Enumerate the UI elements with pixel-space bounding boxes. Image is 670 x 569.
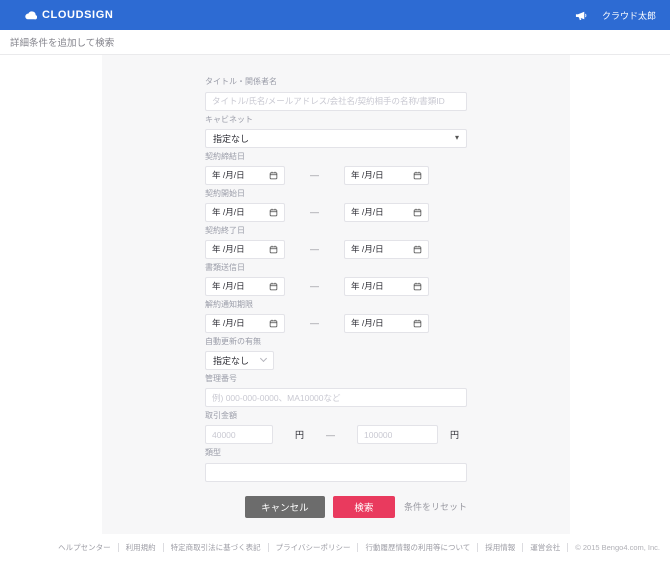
- calendar-icon[interactable]: [413, 319, 422, 328]
- field-amount: 取引金額 円 — 円: [205, 411, 467, 444]
- amount-unit-from: 円: [295, 428, 304, 441]
- footer-link-help-center[interactable]: ヘルプセンター: [51, 543, 119, 552]
- field-start-date: 契約開始日 年 /月/日 — 年 /月/日: [205, 189, 467, 222]
- field-auto-renewal: 自動更新の有無 指定なし: [205, 337, 467, 370]
- calendar-icon[interactable]: [269, 171, 278, 180]
- field-auto-renewal-label: 自動更新の有無: [205, 337, 467, 347]
- calendar-icon[interactable]: [413, 282, 422, 291]
- form-buttons: キャンセル 検索 条件をリセット: [205, 496, 467, 518]
- megaphone-icon[interactable]: [575, 9, 588, 22]
- type-input[interactable]: [205, 463, 467, 482]
- calendar-icon[interactable]: [269, 282, 278, 291]
- range-separator: —: [285, 281, 344, 291]
- calendar-icon[interactable]: [269, 208, 278, 217]
- start-date-from-input[interactable]: 年 /月/日: [205, 203, 285, 222]
- sent-date-to-input[interactable]: 年 /月/日: [344, 277, 429, 296]
- chevron-down-icon: [260, 355, 267, 362]
- cancel-button[interactable]: キャンセル: [245, 496, 325, 518]
- footer-link-privacy-policy[interactable]: プライバシーポリシー: [269, 543, 359, 552]
- footer: ヘルプセンター 利用規約 特定商取引法に基づく表記 プライバシーポリシー 行動履…: [0, 534, 670, 552]
- field-end-date-label: 契約終了日: [205, 226, 467, 236]
- range-separator: —: [326, 430, 335, 440]
- footer-copyright: © 2015 Bengo4.com, Inc.: [568, 543, 660, 552]
- calendar-icon[interactable]: [413, 245, 422, 254]
- sent-date-from-input[interactable]: 年 /月/日: [205, 277, 285, 296]
- end-date-to-input[interactable]: 年 /月/日: [344, 240, 429, 259]
- calendar-icon[interactable]: [269, 245, 278, 254]
- calendar-icon[interactable]: [269, 319, 278, 328]
- footer-link-terms[interactable]: 利用規約: [119, 543, 164, 552]
- range-separator: —: [285, 318, 344, 328]
- conclusion-date-from-input[interactable]: 年 /月/日: [205, 166, 285, 185]
- termination-notice-from-input[interactable]: 年 /月/日: [205, 314, 285, 333]
- search-form-panel: タイトル・関係者名 キャビネット 指定なし ▾ 契約締結日 年 /月/日: [102, 55, 570, 534]
- field-conclusion-date: 契約締結日 年 /月/日 — 年 /月/日: [205, 152, 467, 185]
- app-header: CLOUDSIGN クラウド太郎: [0, 0, 670, 30]
- page-title-bar: 詳細条件を追加して検索: [0, 30, 670, 55]
- title-input[interactable]: [205, 92, 467, 111]
- termination-notice-to-input[interactable]: 年 /月/日: [344, 314, 429, 333]
- field-title: タイトル・関係者名: [205, 77, 467, 111]
- field-end-date: 契約終了日 年 /月/日 — 年 /月/日: [205, 226, 467, 259]
- field-conclusion-date-label: 契約締結日: [205, 152, 467, 162]
- search-button[interactable]: 検索: [333, 496, 395, 518]
- amount-to-input[interactable]: [357, 425, 438, 444]
- management-number-input[interactable]: [205, 388, 467, 407]
- range-separator: —: [285, 207, 344, 217]
- amount-unit-to: 円: [450, 428, 459, 441]
- footer-link-careers[interactable]: 採用情報: [478, 543, 523, 552]
- auto-renewal-select[interactable]: 指定なし: [205, 351, 274, 370]
- footer-link-company[interactable]: 運営会社: [523, 543, 568, 552]
- field-management-number: 管理番号: [205, 374, 467, 408]
- user-menu[interactable]: クラウド太郎: [602, 9, 656, 22]
- field-termination-notice: 解約通知期限 年 /月/日 — 年 /月/日: [205, 300, 467, 333]
- header-right: クラウド太郎: [575, 9, 656, 22]
- end-date-from-input[interactable]: 年 /月/日: [205, 240, 285, 259]
- auto-renewal-selected-value: 指定なし: [213, 354, 249, 367]
- page-title: 詳細条件を追加して検索: [10, 35, 114, 49]
- field-amount-label: 取引金額: [205, 411, 467, 421]
- field-type-label: 類型: [205, 448, 467, 458]
- field-cabinet-label: キャビネット: [205, 115, 467, 125]
- calendar-icon[interactable]: [413, 208, 422, 217]
- amount-from-input[interactable]: [205, 425, 273, 444]
- brand-logo[interactable]: CLOUDSIGN: [24, 9, 113, 22]
- field-type: 類型: [205, 448, 467, 482]
- chevron-down-icon: ▾: [455, 134, 459, 142]
- cloud-logo-icon: [24, 9, 37, 22]
- conclusion-date-to-input[interactable]: 年 /月/日: [344, 166, 429, 185]
- field-termination-notice-label: 解約通知期限: [205, 300, 467, 310]
- field-sent-date: 書類送信日 年 /月/日 — 年 /月/日: [205, 263, 467, 296]
- field-management-number-label: 管理番号: [205, 374, 467, 384]
- reset-conditions-link[interactable]: 条件をリセット: [404, 500, 467, 513]
- cabinet-selected-value: 指定なし: [213, 132, 249, 145]
- field-cabinet: キャビネット 指定なし ▾: [205, 115, 467, 148]
- calendar-icon[interactable]: [413, 171, 422, 180]
- brand-name: CLOUDSIGN: [42, 9, 113, 21]
- content: タイトル・関係者名 キャビネット 指定なし ▾ 契約締結日 年 /月/日: [0, 55, 670, 569]
- footer-link-commercial-law[interactable]: 特定商取引法に基づく表記: [164, 543, 269, 552]
- range-separator: —: [285, 170, 344, 180]
- range-separator: —: [285, 244, 344, 254]
- start-date-to-input[interactable]: 年 /月/日: [344, 203, 429, 222]
- field-sent-date-label: 書類送信日: [205, 263, 467, 273]
- field-title-label: タイトル・関係者名: [205, 77, 467, 87]
- cabinet-select[interactable]: 指定なし ▾: [205, 129, 467, 148]
- footer-link-behavior-history[interactable]: 行動履歴情報の利用等について: [358, 543, 478, 552]
- field-start-date-label: 契約開始日: [205, 189, 467, 199]
